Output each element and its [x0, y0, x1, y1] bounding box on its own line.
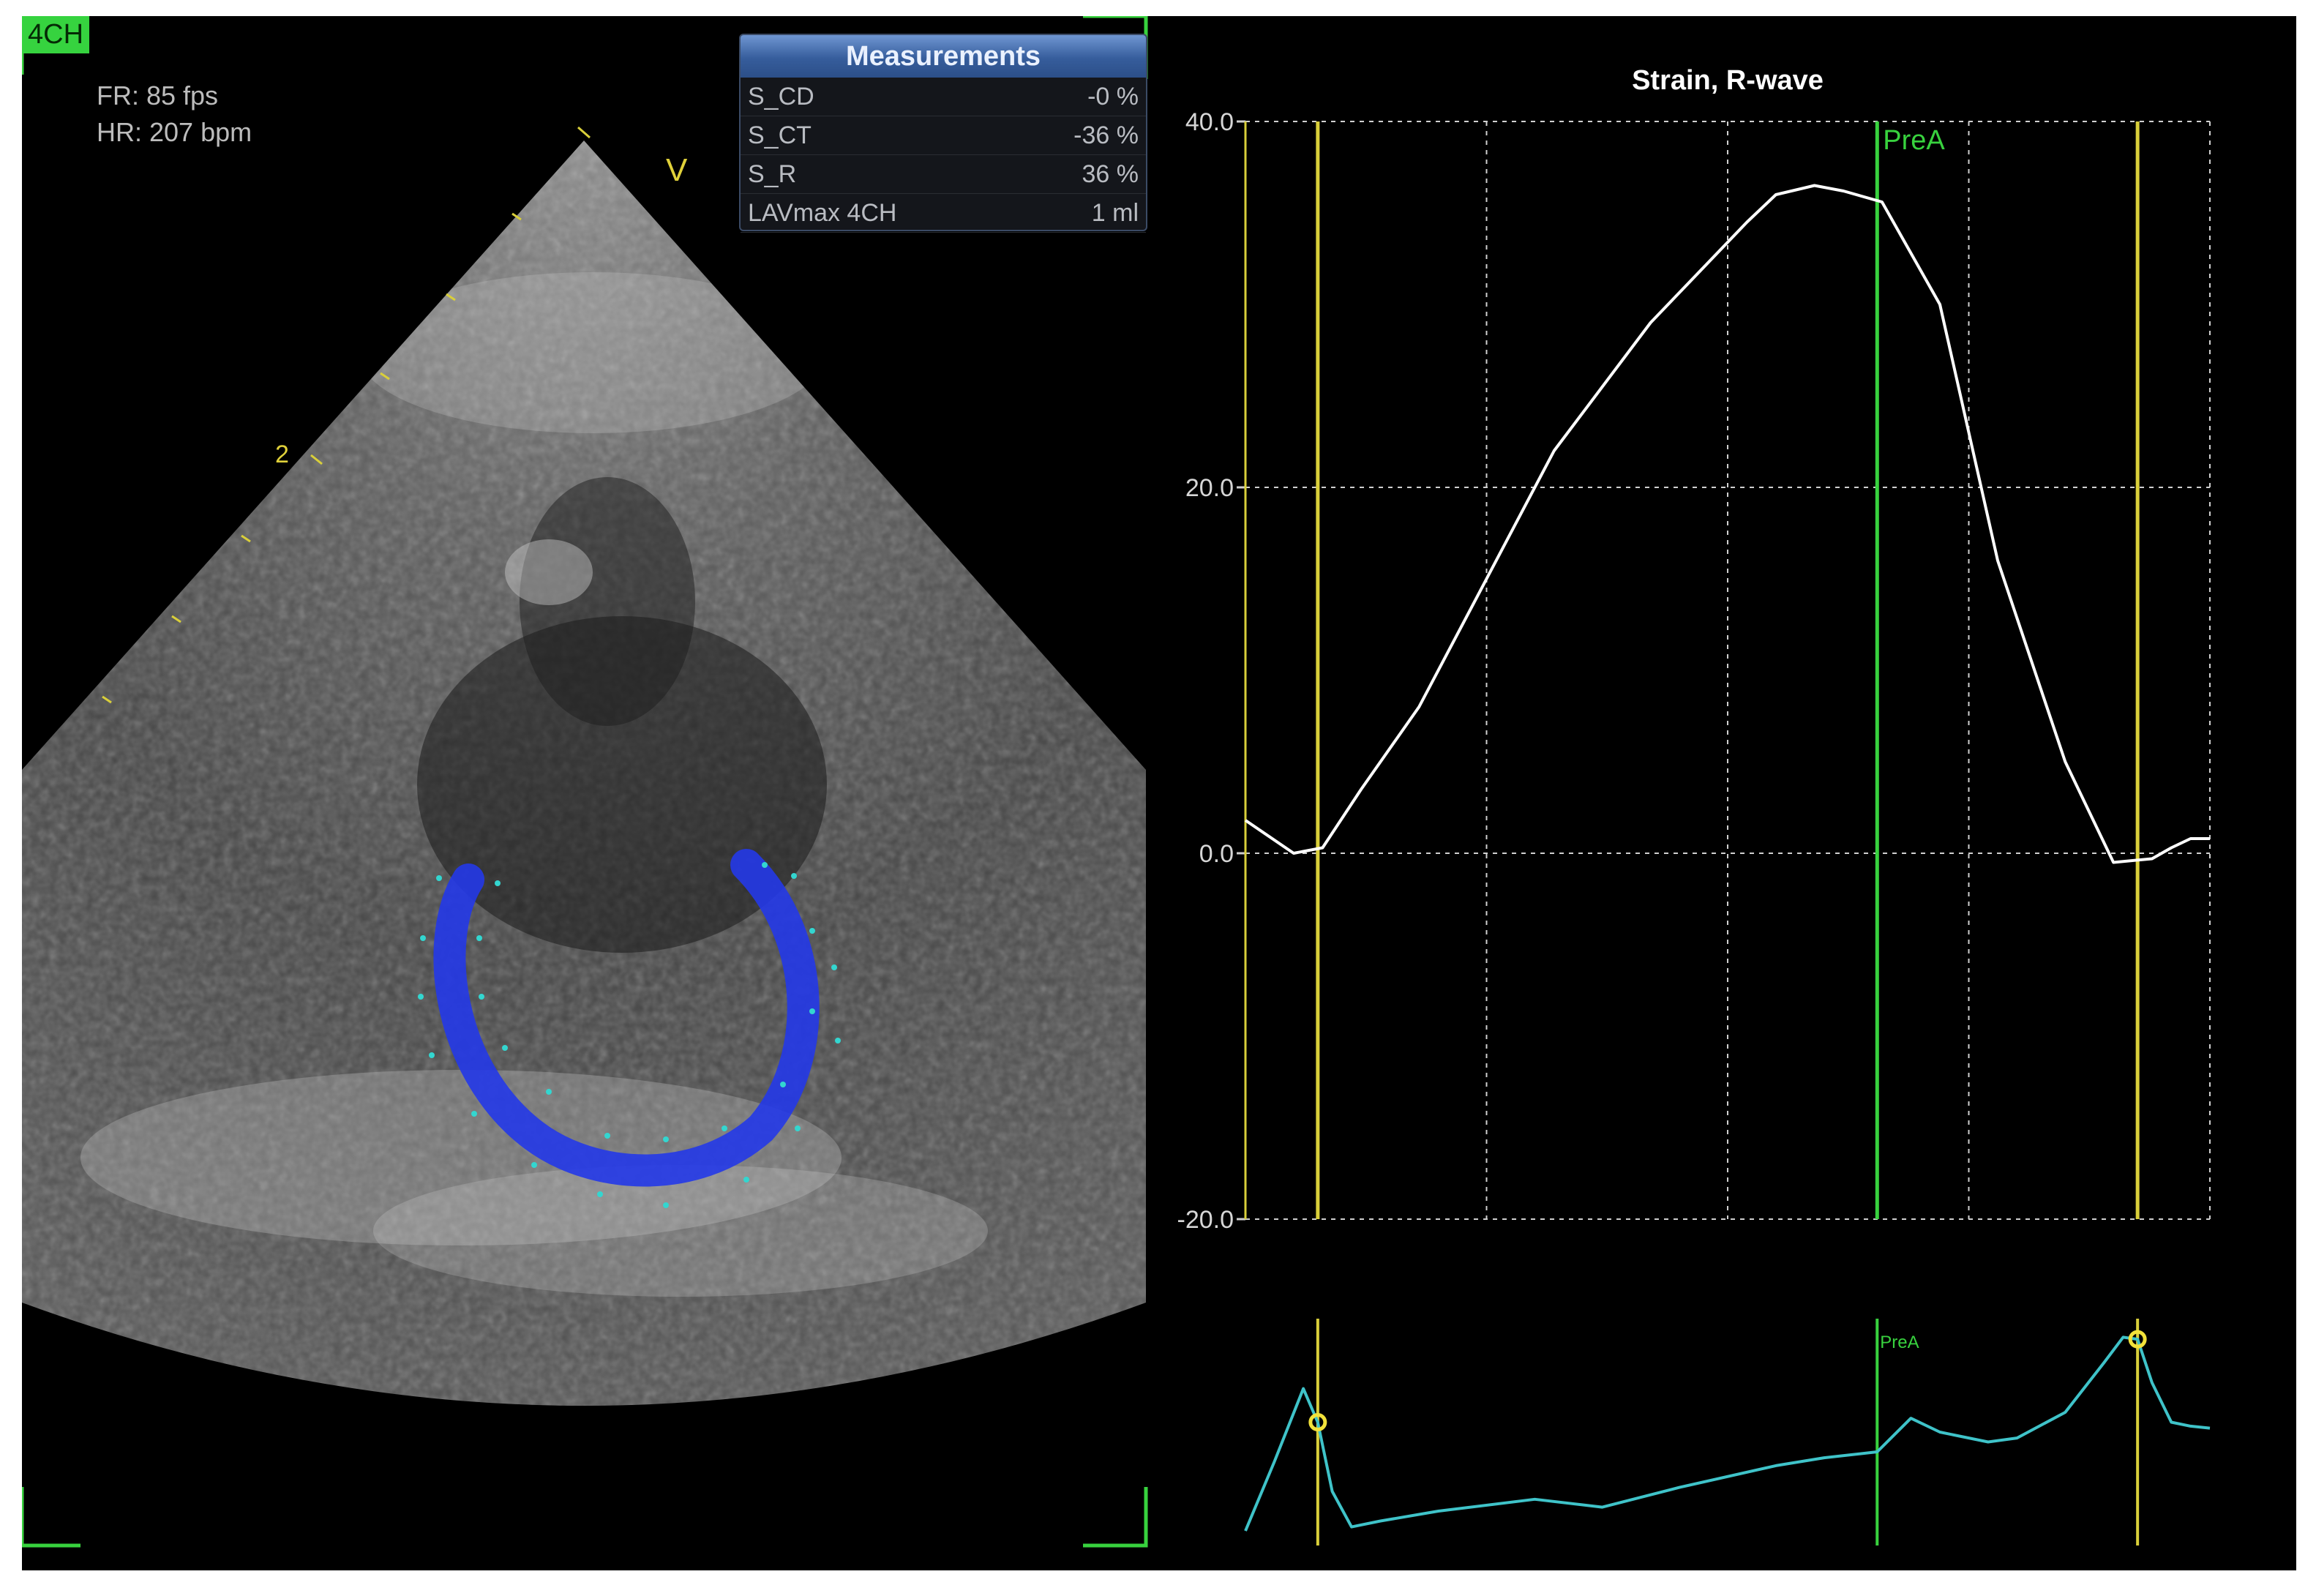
ecg-chart: PreA — [1244, 1319, 2211, 1546]
ventricle-marker: V — [666, 152, 688, 188]
measurement-value: -0 % — [1087, 83, 1139, 110]
echo-svg: Strain, R-wave 40.0 20.0 0.0 -20.0 PreA PreA — [22, 16, 2211, 1548]
measurement-row[interactable]: LAVmax 4CH 1 ml — [741, 194, 1146, 233]
chart-title: Strain, R-wave — [1632, 65, 1824, 96]
echo-screen: Strain, R-wave 40.0 20.0 0.0 -20.0 PreA PreA … — [22, 16, 2296, 1570]
measurement-value: 36 % — [1082, 160, 1139, 188]
frame-rate-label: FR: 85 fps — [97, 80, 219, 110]
measurement-row[interactable]: S_R 36 % — [741, 155, 1146, 194]
y-tick-label: 20.0 — [1185, 474, 1234, 502]
measurement-value: 1 ml — [1091, 199, 1139, 227]
y-tick-label: -20.0 — [1177, 1206, 1234, 1234]
ecg-marker-label: PreA — [1880, 1333, 1919, 1352]
depth-label: 2 — [275, 441, 289, 468]
y-tick-label: 0.0 — [1199, 840, 1234, 868]
measurement-label: S_CT — [748, 121, 812, 149]
measurement-label: LAVmax 4CH — [748, 199, 897, 227]
measurement-value: -36 % — [1073, 121, 1139, 149]
ultrasound-sector — [22, 141, 1146, 1406]
strain-chart: Strain, R-wave 40.0 20.0 0.0 -20.0 PreA — [1177, 65, 2211, 1234]
event-marker-label: PreA — [1883, 125, 1945, 156]
measurement-label: S_R — [748, 160, 797, 188]
measurements-panel[interactable]: Measurements S_CD -0 % S_CT -36 % S_R 36… — [739, 34, 1147, 233]
measurement-row[interactable]: S_CD -0 % — [741, 78, 1146, 116]
measurement-row[interactable]: S_CT -36 % — [741, 116, 1146, 155]
measurements-title[interactable]: Measurements — [741, 35, 1146, 78]
acquisition-info: FR: 85 fps HR: 207 bpm — [97, 78, 252, 151]
heart-rate-label: HR: 207 bpm — [97, 117, 252, 147]
measurement-label: S_CD — [748, 83, 814, 110]
view-badge[interactable]: 4CH — [22, 16, 90, 53]
y-tick-label: 40.0 — [1185, 108, 1234, 136]
ecg-trace — [1244, 1335, 2211, 1532]
